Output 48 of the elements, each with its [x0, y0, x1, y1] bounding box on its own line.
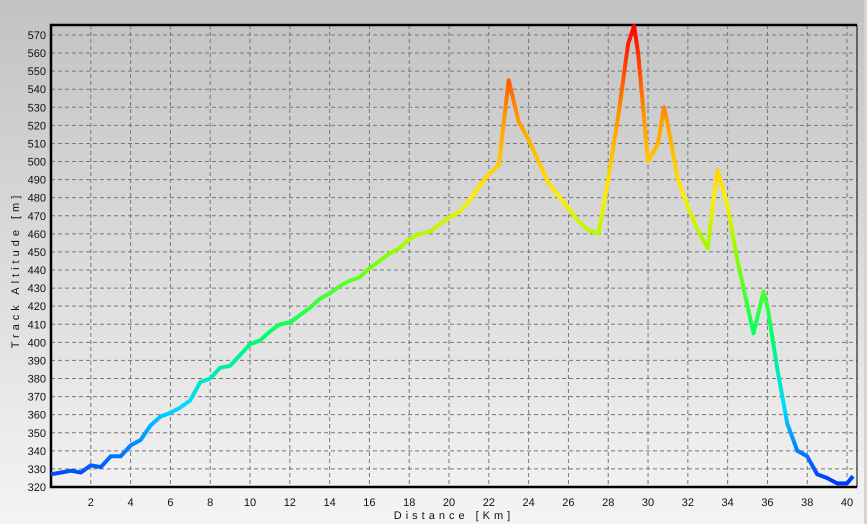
tick-label: 370: [28, 392, 46, 404]
tick-label: 410: [28, 319, 46, 332]
tick-label: 12: [284, 497, 296, 509]
tick-label: 6: [167, 497, 174, 509]
tick-label: 18: [403, 497, 416, 509]
tick-label: 520: [28, 120, 46, 132]
tick-label: 10: [244, 497, 256, 509]
tick-label: 32: [682, 497, 694, 509]
tick-label: 420: [28, 301, 46, 314]
tick-label: 40: [840, 497, 854, 509]
tick-label: 470: [28, 210, 46, 223]
axis-title: Track Altitude [m]: [10, 192, 22, 348]
tick-label: 490: [28, 174, 46, 187]
tick-label: 330: [28, 464, 46, 476]
tick-label: 510: [28, 138, 46, 150]
tick-label: 440: [28, 265, 46, 278]
tick-label: 36: [761, 497, 774, 509]
tick-label: 20: [442, 497, 456, 509]
tick-label: 14: [324, 497, 336, 509]
tick-label: 34: [722, 497, 734, 509]
tick-label: 400: [28, 337, 46, 350]
tick-label: 320: [28, 482, 46, 494]
tick-label: 2: [88, 497, 94, 509]
tick-label: 560: [28, 48, 46, 60]
tick-label: 28: [602, 497, 614, 509]
tick-label: 38: [801, 497, 814, 509]
tick-label: 450: [28, 246, 46, 259]
tick-label: 26: [562, 497, 575, 509]
tick-label: 4: [128, 497, 134, 509]
tick-label: 380: [28, 374, 46, 386]
tick-label: 16: [363, 497, 376, 509]
tick-label: 8: [207, 497, 214, 509]
tick-label: 430: [28, 283, 46, 296]
tick-label: 500: [28, 156, 46, 169]
axis-title: Distance [Km]: [394, 510, 514, 522]
tick-label: 390: [28, 355, 46, 368]
tick-label: 360: [28, 410, 46, 422]
tick-label: 570: [28, 30, 46, 42]
tick-label: 460: [28, 228, 46, 241]
tick-label: 540: [28, 84, 46, 96]
tick-label: 22: [482, 497, 495, 509]
tick-label: 24: [522, 497, 535, 509]
tick-label: 480: [28, 192, 46, 205]
tick-label: 30: [642, 497, 654, 509]
tick-label: 530: [28, 102, 46, 114]
tick-label: 350: [28, 428, 46, 440]
tick-label: 340: [28, 446, 46, 458]
tick-label: 550: [28, 66, 46, 78]
